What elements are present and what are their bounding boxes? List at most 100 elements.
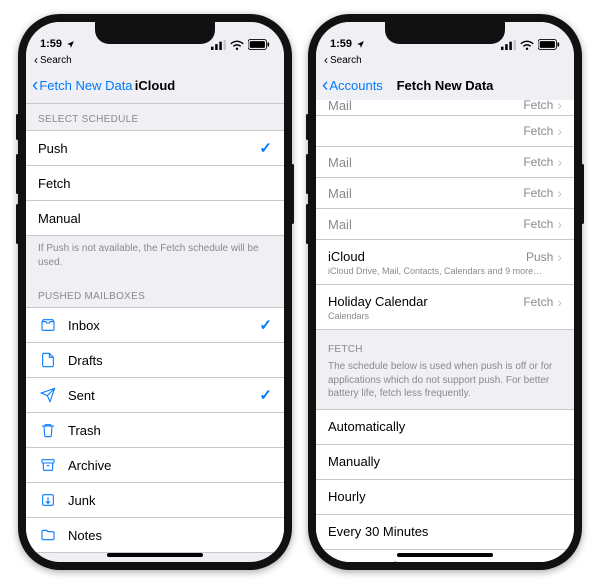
back-to-search[interactable]: ‹ Search [316,52,574,67]
checkmark-icon: ✓ [259,316,272,334]
location-icon [66,40,75,49]
section-footer-schedule: If Push is not available, the Fetch sche… [26,236,284,277]
account-row[interactable]: Mail Fetch › [316,147,574,178]
row-label: Junk [68,493,272,508]
mailbox-junk[interactable]: Junk [26,483,284,518]
document-icon [38,352,58,368]
row-label: Mail [328,186,523,201]
accounts-group: Mail Fetch › Fetch › Mail Fetch › [316,100,574,330]
fetch-option-hourly[interactable]: Hourly [316,480,574,515]
back-search-label: Search [330,55,362,66]
row-value: Fetch [523,155,553,169]
row-value: Push [526,250,553,264]
row-label: Fetch [38,176,272,191]
trash-icon [38,422,58,438]
account-row[interactable]: Mail Fetch › [316,100,574,116]
row-value: Fetch [523,100,553,112]
nav-bar: ‹ Fetch New Data iCloud [26,67,284,104]
fetch-option-automatically[interactable]: Automatically [316,410,574,445]
phone-left: 1:59 ‹ Search ‹ Fetch New Data iCloud [18,14,292,570]
wifi-icon [520,40,534,50]
mailboxes-group: Inbox ✓ Drafts Sent ✓ Trash [26,307,284,553]
paperplane-icon [38,387,58,403]
home-indicator[interactable] [107,553,203,557]
back-search-label: Search [40,55,72,66]
phone-right: 1:59 ‹ Search ‹ Accounts Fetch New Da [308,14,582,570]
nav-back-label: Accounts [329,78,382,93]
nav-back-button[interactable]: ‹ Accounts [316,76,383,95]
battery-icon [248,39,270,50]
battery-icon [538,39,560,50]
row-label: Archive [68,458,272,473]
mailbox-inbox[interactable]: Inbox ✓ [26,308,284,343]
row-label: Drafts [68,353,272,368]
nav-back-label: Fetch New Data [39,78,132,93]
chevron-right-icon: › [557,185,562,201]
archive-icon [38,457,58,473]
chevron-left-icon: ‹ [34,53,38,67]
section-header-schedule: SELECT SCHEDULE [26,100,284,130]
schedule-option-fetch[interactable]: Fetch [26,166,284,201]
account-row[interactable]: Mail Fetch › [316,209,574,240]
chevron-right-icon: › [557,100,562,113]
row-label: Every 15 Minutes [328,559,549,562]
mailbox-sent[interactable]: Sent ✓ [26,378,284,413]
chevron-right-icon: › [557,216,562,232]
row-label: iCloud [328,249,526,264]
row-label: Push [38,141,259,156]
location-icon [356,40,365,49]
row-label: Manually [328,454,562,469]
account-row[interactable]: Mail Fetch › [316,178,574,209]
checkmark-icon: ✓ [259,139,272,157]
chevron-right-icon: › [557,249,562,265]
notch [95,22,215,44]
scroll-area[interactable]: SELECT SCHEDULE Push ✓ Fetch Manual If P… [26,100,284,562]
row-label: Holiday Calendar [328,294,523,309]
row-value: Fetch [523,186,553,200]
folder-icon [38,527,58,543]
row-subtitle: Calendars [328,311,369,321]
chevron-right-icon: › [557,123,562,139]
cellular-icon [211,40,226,50]
row-value: Fetch [523,295,553,309]
schedule-option-manual[interactable]: Manual [26,201,284,235]
notch [385,22,505,44]
fetch-option-30min[interactable]: Every 30 Minutes [316,515,574,550]
mailbox-archive[interactable]: Archive [26,448,284,483]
row-subtitle: iCloud Drive, Mail, Contacts, Calendars … [328,266,542,276]
account-row-holiday[interactable]: Holiday Calendar Fetch › Calendars [316,285,574,329]
junk-icon [38,492,58,508]
row-label: Mail [328,217,523,232]
inbox-icon [38,317,58,333]
chevron-right-icon: › [557,154,562,170]
checkmark-icon: ✓ [549,558,562,563]
account-row-icloud[interactable]: iCloud Push › iCloud Drive, Mail, Contac… [316,240,574,285]
row-label: Inbox [68,318,259,333]
nav-back-button[interactable]: ‹ Fetch New Data [26,76,133,95]
scroll-area[interactable]: Mail Fetch › Fetch › Mail Fetch › [316,100,574,562]
row-label: Automatically [328,419,562,434]
status-time: 1:59 [40,38,62,50]
row-value: Fetch [523,124,553,138]
mailbox-trash[interactable]: Trash [26,413,284,448]
fetch-group: Automatically Manually Hourly Every 30 M… [316,409,574,563]
section-header-fetch: FETCH [316,330,574,360]
account-row[interactable]: Fetch › [316,116,574,147]
row-label: Every 30 Minutes [328,524,562,539]
row-label: Notes [68,528,272,543]
fetch-option-manually[interactable]: Manually [316,445,574,480]
mailbox-drafts[interactable]: Drafts [26,343,284,378]
row-label: Manual [38,211,272,226]
row-value: Fetch [523,217,553,231]
back-to-search[interactable]: ‹ Search [26,52,284,67]
section-footer-fetch: The schedule below is used when push is … [316,360,574,409]
chevron-left-icon: ‹ [32,76,38,95]
home-indicator[interactable] [397,553,493,557]
schedule-option-push[interactable]: Push ✓ [26,131,284,166]
row-label: Hourly [328,489,562,504]
section-header-mailboxes: PUSHED MAILBOXES [26,277,284,307]
mailbox-notes[interactable]: Notes [26,518,284,552]
chevron-left-icon: ‹ [322,76,328,95]
nav-bar: ‹ Accounts Fetch New Data [316,67,574,104]
row-label: Trash [68,423,272,438]
